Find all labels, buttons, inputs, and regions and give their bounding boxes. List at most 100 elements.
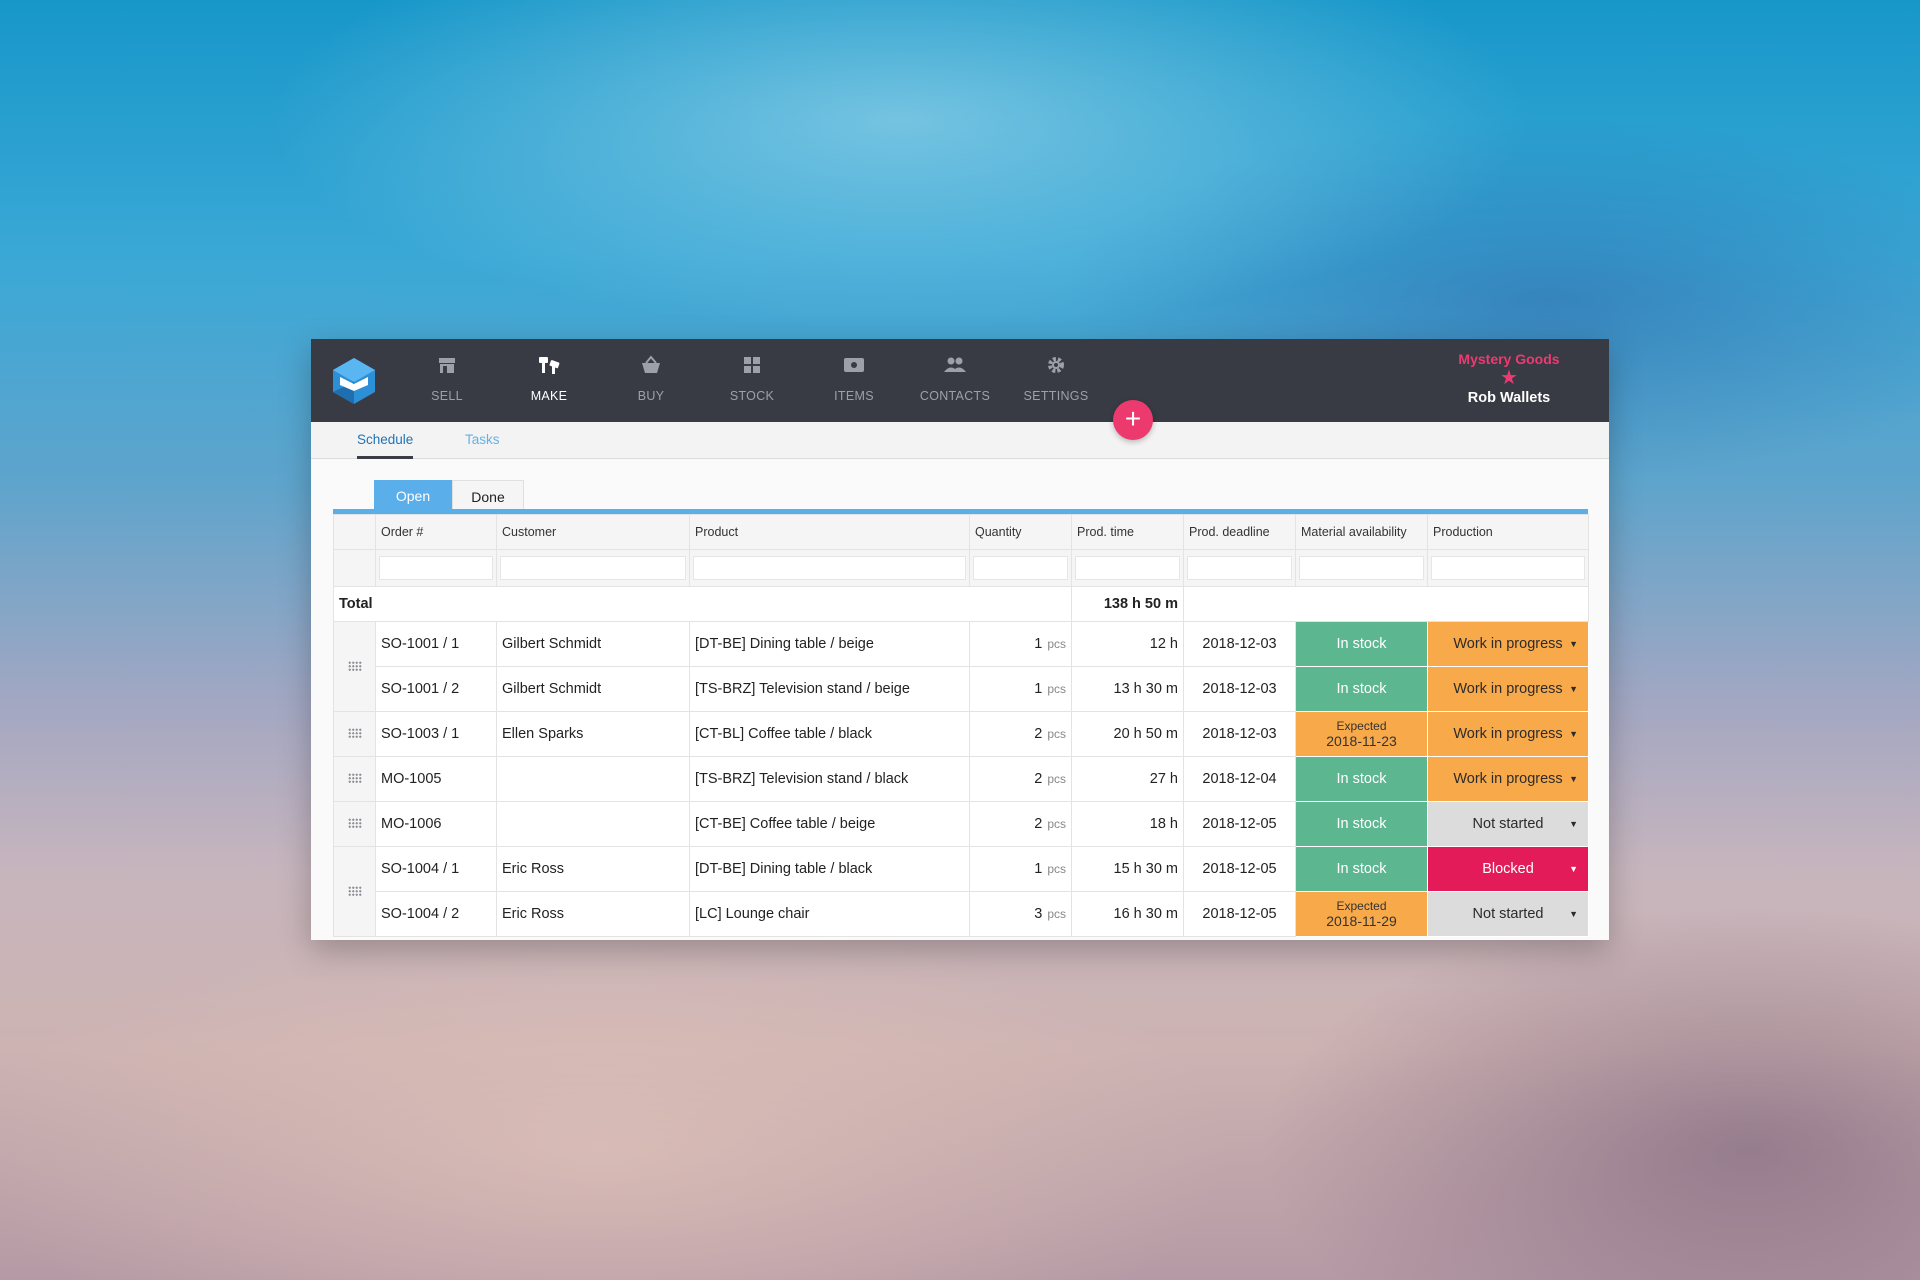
nav-contacts[interactable]: CONTACTS — [910, 355, 1000, 411]
prod-time-cell: 12 h — [1071, 621, 1184, 667]
drag-handle-icon[interactable] — [333, 846, 376, 937]
header-customer[interactable]: Customer — [496, 514, 690, 550]
material-expected-label: Expected — [1336, 899, 1387, 913]
drag-handle-icon[interactable] — [333, 621, 376, 712]
table-row[interactable]: SO-1003 / 1 Ellen Sparks [CT-BL] Coffee … — [333, 711, 1589, 757]
material-status-badge: In stock — [1295, 801, 1428, 847]
order-cell[interactable]: SO-1001 / 2 — [375, 666, 497, 712]
nav-items-label: ITEMS — [834, 389, 874, 403]
production-status-dropdown[interactable]: Blocked ▼ — [1427, 846, 1589, 892]
total-label: Total — [333, 586, 1072, 622]
quantity-value: 2 — [1034, 816, 1043, 832]
account-menu[interactable]: Mystery Goods ★ Rob Wallets — [1439, 351, 1579, 406]
header-product[interactable]: Product — [689, 514, 970, 550]
nav-settings[interactable]: SETTINGS — [1011, 355, 1101, 411]
quantity-value: 1 — [1034, 681, 1043, 697]
filter-cell — [969, 549, 1072, 587]
prod-time-cell: 15 h 30 m — [1071, 846, 1184, 892]
table-row[interactable]: SO-1001 / 2 Gilbert Schmidt [TS-BRZ] Tel… — [334, 666, 1589, 712]
order-cell[interactable]: SO-1003 / 1 — [375, 711, 497, 757]
filter-quantity-input[interactable] — [973, 556, 1068, 580]
quantity-value: 1 — [1034, 861, 1043, 877]
header-order[interactable]: Order # — [375, 514, 497, 550]
product-cell: [CT-BE] Coffee table / beige — [689, 801, 970, 847]
tab-open[interactable]: Open — [374, 480, 452, 512]
production-status-dropdown[interactable]: Work in progress ▼ — [1427, 621, 1589, 667]
caret-down-icon: ▼ — [1569, 684, 1578, 694]
product-cell: [DT-BE] Dining table / black — [689, 846, 970, 892]
table-row[interactable]: MO-1005 [TS-BRZ] Television stand / blac… — [333, 756, 1589, 802]
drag-handle-icon[interactable] — [333, 711, 376, 757]
filter-production-input[interactable] — [1431, 556, 1585, 580]
material-status-badge: In stock — [1295, 621, 1428, 667]
deadline-cell: 2018-12-03 — [1183, 711, 1296, 757]
nav-stock-label: STOCK — [729, 389, 775, 403]
nav-stock[interactable]: STOCK — [707, 355, 797, 411]
production-status-dropdown[interactable]: Not started ▼ — [1427, 891, 1589, 937]
quantity-value: 2 — [1034, 726, 1043, 742]
quantity-unit: pcs — [1047, 862, 1066, 876]
production-status-label: Work in progress — [1453, 636, 1563, 652]
add-button[interactable]: + — [1113, 400, 1153, 440]
table-row[interactable]: SO-1004 / 2 Eric Ross [LC] Lounge chair … — [334, 891, 1589, 937]
customer-cell: Eric Ross — [496, 891, 690, 937]
filter-product-input[interactable] — [693, 556, 966, 580]
app-logo-icon[interactable] — [331, 357, 377, 405]
deadline-cell: 2018-12-03 — [1183, 666, 1296, 712]
quantity-cell: 1 pcs — [969, 666, 1072, 712]
tab-tasks[interactable]: Tasks — [465, 422, 500, 458]
material-status-badge: In stock — [1295, 756, 1428, 802]
order-cell[interactable]: MO-1006 — [375, 801, 497, 847]
production-status-label: Work in progress — [1453, 771, 1563, 787]
order-cell[interactable]: SO-1004 / 2 — [375, 891, 497, 937]
filter-material-input[interactable] — [1299, 556, 1424, 580]
filter-deadline-input[interactable] — [1187, 556, 1292, 580]
production-status-dropdown[interactable]: Work in progress ▼ — [1427, 756, 1589, 802]
header-production[interactable]: Production — [1427, 514, 1589, 550]
order-cell[interactable]: SO-1004 / 1 — [375, 846, 497, 892]
material-expected-date: 2018-11-29 — [1326, 913, 1397, 929]
schedule-table: Order # Customer Product Quantity Prod. … — [333, 514, 1589, 937]
production-status-label: Not started — [1472, 816, 1544, 832]
tab-done[interactable]: Done — [452, 480, 524, 512]
customer-cell: Gilbert Schmidt — [496, 621, 690, 667]
table-row[interactable]: MO-1006 [CT-BE] Coffee table / beige 2 pc… — [333, 801, 1589, 847]
top-navigation-bar: SELL MAKE BUY STOCK ITEMS CONTACTS SETTI… — [311, 339, 1609, 422]
order-cell[interactable]: SO-1001 / 1 — [375, 621, 497, 667]
filter-customer-input[interactable] — [500, 556, 686, 580]
filter-handle-cell — [333, 549, 376, 587]
caret-down-icon: ▼ — [1569, 639, 1578, 649]
production-status-label: Not started — [1472, 906, 1544, 922]
filter-prod-time-input[interactable] — [1075, 556, 1180, 580]
quantity-cell: 1 pcs — [969, 846, 1072, 892]
drag-handle-icon[interactable] — [333, 756, 376, 802]
nav-make[interactable]: MAKE — [504, 355, 594, 411]
deadline-cell: 2018-12-05 — [1183, 891, 1296, 937]
prod-time-cell: 13 h 30 m — [1071, 666, 1184, 712]
prod-time-cell: 20 h 50 m — [1071, 711, 1184, 757]
header-prod-time[interactable]: Prod. time — [1071, 514, 1184, 550]
table-row[interactable]: SO-1004 / 1 Eric Ross [DT-BE] Dining tab… — [333, 846, 1589, 937]
nav-buy[interactable]: BUY — [606, 355, 696, 411]
table-row[interactable]: SO-1001 / 1 Gilbert Schmidt [DT-BE] Dini… — [333, 621, 1589, 712]
app-window: SELL MAKE BUY STOCK ITEMS CONTACTS SETTI… — [311, 339, 1609, 940]
filter-order-input[interactable] — [379, 556, 493, 580]
tag-icon — [809, 355, 899, 379]
header-handle-cell — [333, 514, 376, 550]
header-material[interactable]: Material availability — [1295, 514, 1428, 550]
production-status-dropdown[interactable]: Work in progress ▼ — [1427, 711, 1589, 757]
production-status-dropdown[interactable]: Work in progress ▼ — [1427, 666, 1589, 712]
nav-items[interactable]: ITEMS — [809, 355, 899, 411]
company-name: Mystery Goods — [1458, 351, 1560, 367]
nav-sell[interactable]: SELL — [402, 355, 492, 411]
drag-handle-icon[interactable] — [333, 801, 376, 847]
caret-down-icon: ▼ — [1569, 909, 1578, 919]
filter-cell — [1427, 549, 1589, 587]
production-status-dropdown[interactable]: Not started ▼ — [1427, 801, 1589, 847]
header-prod-deadline[interactable]: Prod. deadline — [1183, 514, 1296, 550]
tab-schedule[interactable]: Schedule — [357, 422, 414, 459]
order-cell[interactable]: MO-1005 — [375, 756, 497, 802]
header-quantity[interactable]: Quantity — [969, 514, 1072, 550]
quantity-unit: pcs — [1047, 637, 1066, 651]
caret-down-icon: ▼ — [1569, 774, 1578, 784]
